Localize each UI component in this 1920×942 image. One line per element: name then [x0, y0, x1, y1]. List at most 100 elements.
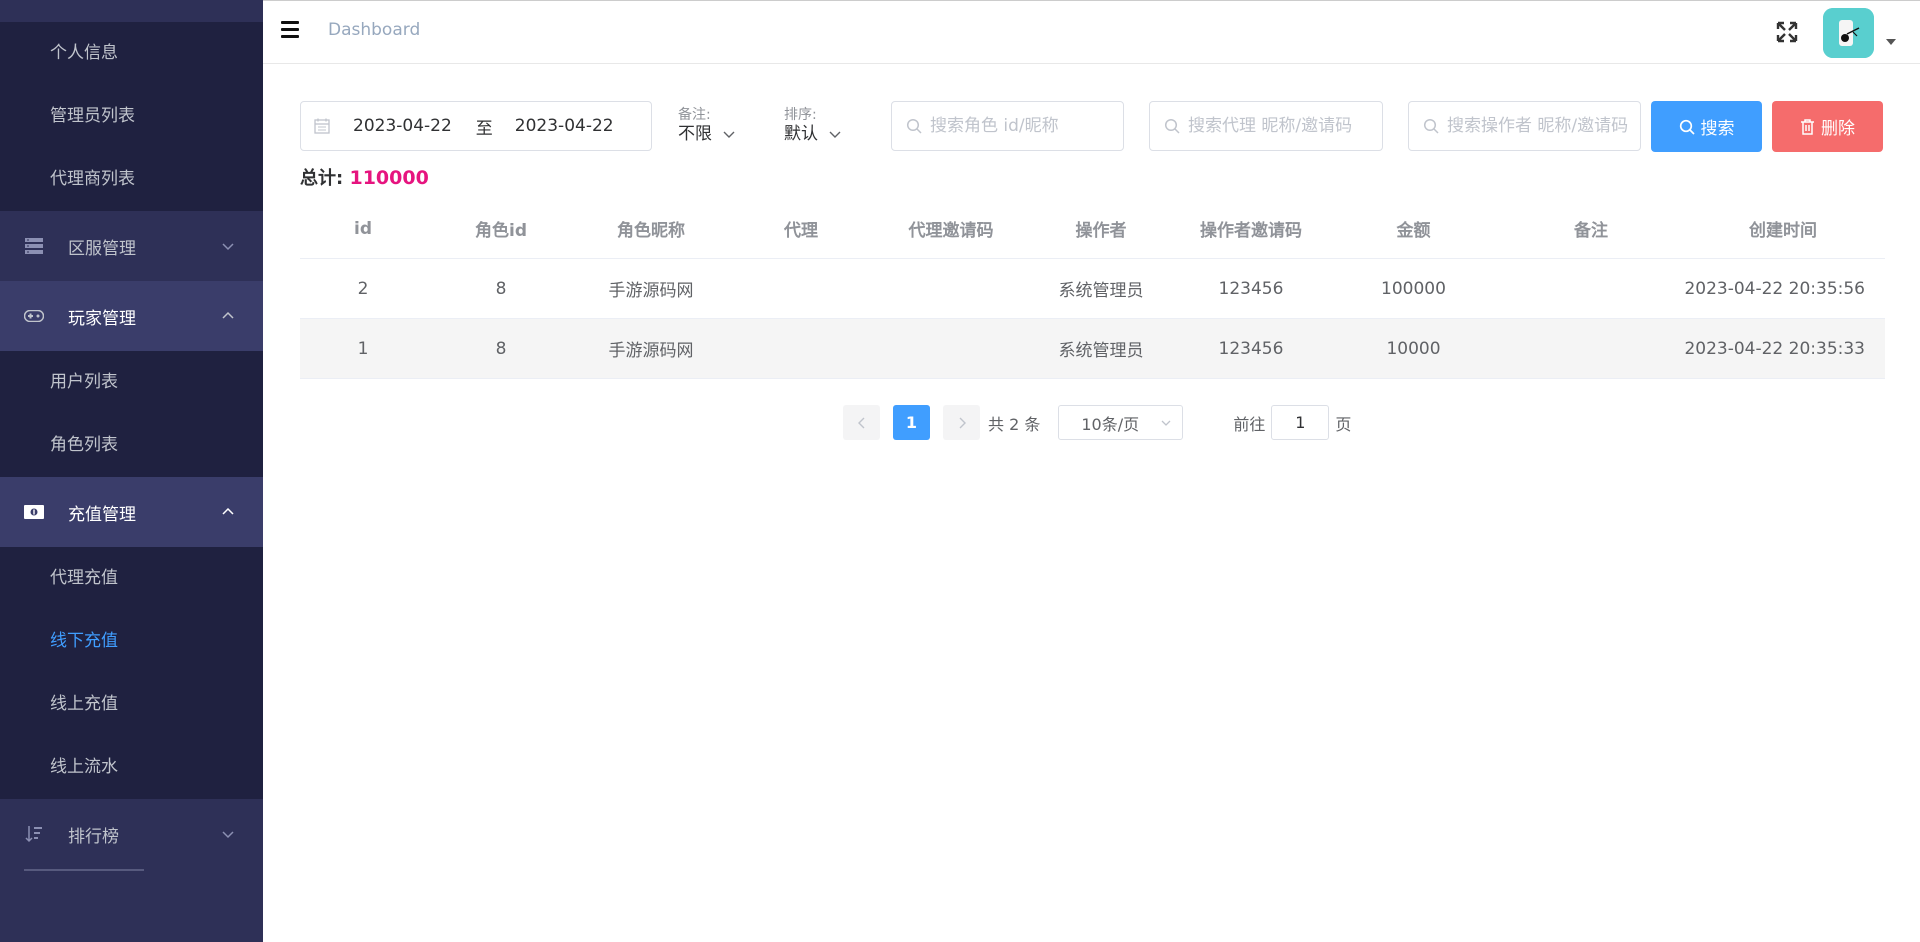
- chevron-left-icon: [857, 417, 864, 428]
- cell-operator-code: 123456: [1218, 338, 1284, 359]
- cell-role-name: 手游源码网: [608, 341, 694, 361]
- sidebar-menu-recharge-label: 充值管理: [68, 504, 136, 525]
- chevron-up-icon: [222, 311, 234, 319]
- cell-role-id: 8: [495, 278, 507, 299]
- search-icon: [1423, 118, 1439, 134]
- cell-created-time: 2023-04-22 20:35:33: [1684, 338, 1865, 359]
- column-header-operator-code: 操作者邀请码: [1200, 221, 1302, 241]
- chevron-right-icon: [959, 417, 966, 428]
- top-navbar: Dashboard: [263, 0, 1920, 64]
- table-header-row: id 角色id 角色昵称 代理 代理邀请码 操作者 操作者邀请码 金额 备注 创…: [300, 199, 1885, 259]
- table-row[interactable]: 1 8 手游源码网 系统管理员 123456 10000 2023-04-22 …: [300, 319, 1885, 379]
- sidebar: 个人信息 管理员列表 代理商列表 区服管理 玩家管理 用户列表 角色列表 充值管…: [0, 0, 263, 942]
- sidebar-item-role-list[interactable]: 角色列表: [0, 414, 263, 477]
- caret-down-icon[interactable]: [1886, 39, 1896, 45]
- avatar[interactable]: [1823, 8, 1874, 58]
- goto-suffix: 页: [1335, 414, 1352, 434]
- date-separator: 至: [475, 118, 493, 139]
- fullscreen-icon[interactable]: [1776, 21, 1798, 43]
- sidebar-item-online-recharge[interactable]: 线上充值: [0, 673, 263, 736]
- page-size-select[interactable]: 10条/页: [1058, 405, 1184, 440]
- remark-select[interactable]: 备注: 不限: [678, 107, 736, 145]
- column-header-created-time: 创建时间: [1749, 221, 1817, 241]
- column-header-remark: 备注: [1574, 221, 1608, 241]
- sidebar-item-offline-recharge[interactable]: 线下充值: [0, 610, 263, 673]
- server-icon: [24, 236, 44, 256]
- total-summary: 总计: 110000: [300, 164, 429, 190]
- search-operator-input[interactable]: [1447, 116, 1640, 136]
- sidebar-item-admin-list[interactable]: 管理员列表: [0, 85, 263, 148]
- sidebar-item-user-list[interactable]: 用户列表: [0, 351, 263, 414]
- cell-operator: 系统管理员: [1058, 341, 1144, 361]
- search-button[interactable]: 搜索: [1651, 101, 1762, 152]
- chevron-down-icon: [222, 831, 234, 839]
- sidebar-item-online-flow[interactable]: 线上流水: [0, 736, 263, 799]
- search-icon: [1679, 119, 1695, 135]
- search-agent-field[interactable]: [1149, 101, 1383, 151]
- sort-icon: [24, 824, 44, 844]
- hamburger-icon[interactable]: [281, 21, 299, 39]
- column-header-agent: 代理: [784, 221, 818, 241]
- sidebar-menu-player-label: 玩家管理: [68, 308, 136, 329]
- sort-select[interactable]: 排序: 默认: [784, 107, 842, 145]
- breadcrumb[interactable]: Dashboard: [328, 20, 420, 40]
- cell-id: 1: [357, 338, 369, 359]
- chevron-down-icon: [222, 243, 234, 251]
- prev-page-button[interactable]: [843, 405, 880, 440]
- table-row[interactable]: 2 8 手游源码网 系统管理员 123456 100000 2023-04-22…: [300, 259, 1885, 319]
- date-start[interactable]: 2023-04-22: [353, 116, 452, 136]
- sidebar-item-profile[interactable]: 个人信息: [0, 22, 263, 85]
- chevron-down-icon: [829, 131, 841, 138]
- sidebar-submenu-recharge: 代理充值 线下充值 线上充值 线上流水: [0, 547, 263, 799]
- page-number-current[interactable]: 1: [893, 405, 930, 440]
- column-header-amount: 金额: [1396, 221, 1431, 241]
- pagination-total: 共 2 条: [988, 414, 1041, 434]
- search-role-field[interactable]: [891, 101, 1124, 151]
- column-header-id: id: [354, 218, 372, 239]
- sidebar-menu-server[interactable]: 区服管理: [0, 211, 263, 281]
- gamepad-icon: [24, 306, 44, 326]
- search-button-label: 搜索: [1700, 119, 1735, 139]
- cell-id: 2: [357, 278, 369, 299]
- delete-button-label: 删除: [1821, 119, 1855, 139]
- sidebar-submenu-player: 用户列表 角色列表: [0, 351, 263, 477]
- chevron-down-icon: [1161, 420, 1171, 426]
- sidebar-item-agent-recharge[interactable]: 代理充值: [0, 547, 263, 610]
- cell-role-id: 8: [495, 338, 507, 359]
- sidebar-menu-rank-label: 排行榜: [68, 826, 119, 847]
- search-role-input[interactable]: [930, 116, 1123, 136]
- column-header-agent-code: 代理邀请码: [908, 221, 994, 241]
- recharge-table: id 角色id 角色昵称 代理 代理邀请码 操作者 操作者邀请码 金额 备注 创…: [300, 199, 1885, 379]
- goto-page-input[interactable]: 1: [1271, 405, 1330, 440]
- sidebar-item-agent-list[interactable]: 代理商列表: [0, 148, 263, 211]
- search-agent-input[interactable]: [1188, 116, 1382, 136]
- remark-select-label: 备注:: [678, 107, 711, 123]
- goto-label: 前往: [1233, 414, 1266, 434]
- sidebar-menu-rank[interactable]: 排行榜: [0, 799, 263, 869]
- next-page-button[interactable]: [943, 405, 980, 440]
- date-end[interactable]: 2023-04-22: [515, 116, 614, 136]
- search-operator-field[interactable]: [1408, 101, 1641, 151]
- money-icon: [24, 502, 44, 522]
- avatar-image: [1823, 8, 1874, 58]
- page-jumper: 前往 1 页: [1233, 405, 1351, 440]
- sidebar-menu-player[interactable]: 玩家管理: [0, 281, 263, 351]
- search-icon: [906, 118, 922, 134]
- column-header-role-id: 角色id: [475, 221, 527, 241]
- date-range-picker[interactable]: 2023-04-22 至 2023-04-22: [300, 101, 652, 151]
- total-label: 总计:: [300, 168, 344, 189]
- sidebar-menu-cutoff: [0, 869, 263, 909]
- filter-bar: 2023-04-22 至 2023-04-22 备注: 不限 排序: 默认 搜索…: [300, 101, 1885, 152]
- sidebar-top-edge: [0, 0, 263, 22]
- search-icon: [1164, 118, 1180, 134]
- sidebar-menu-recharge[interactable]: 充值管理: [0, 477, 263, 547]
- calendar-icon: [314, 118, 330, 134]
- remark-select-value: 不限: [678, 124, 712, 144]
- page-size-value: 10条/页: [1081, 414, 1140, 434]
- cell-amount: 10000: [1386, 338, 1441, 359]
- sort-select-value: 默认: [784, 124, 818, 144]
- delete-button[interactable]: 删除: [1772, 101, 1883, 152]
- total-value: 110000: [349, 167, 429, 189]
- cell-amount: 100000: [1381, 278, 1446, 299]
- chevron-down-icon: [723, 131, 735, 138]
